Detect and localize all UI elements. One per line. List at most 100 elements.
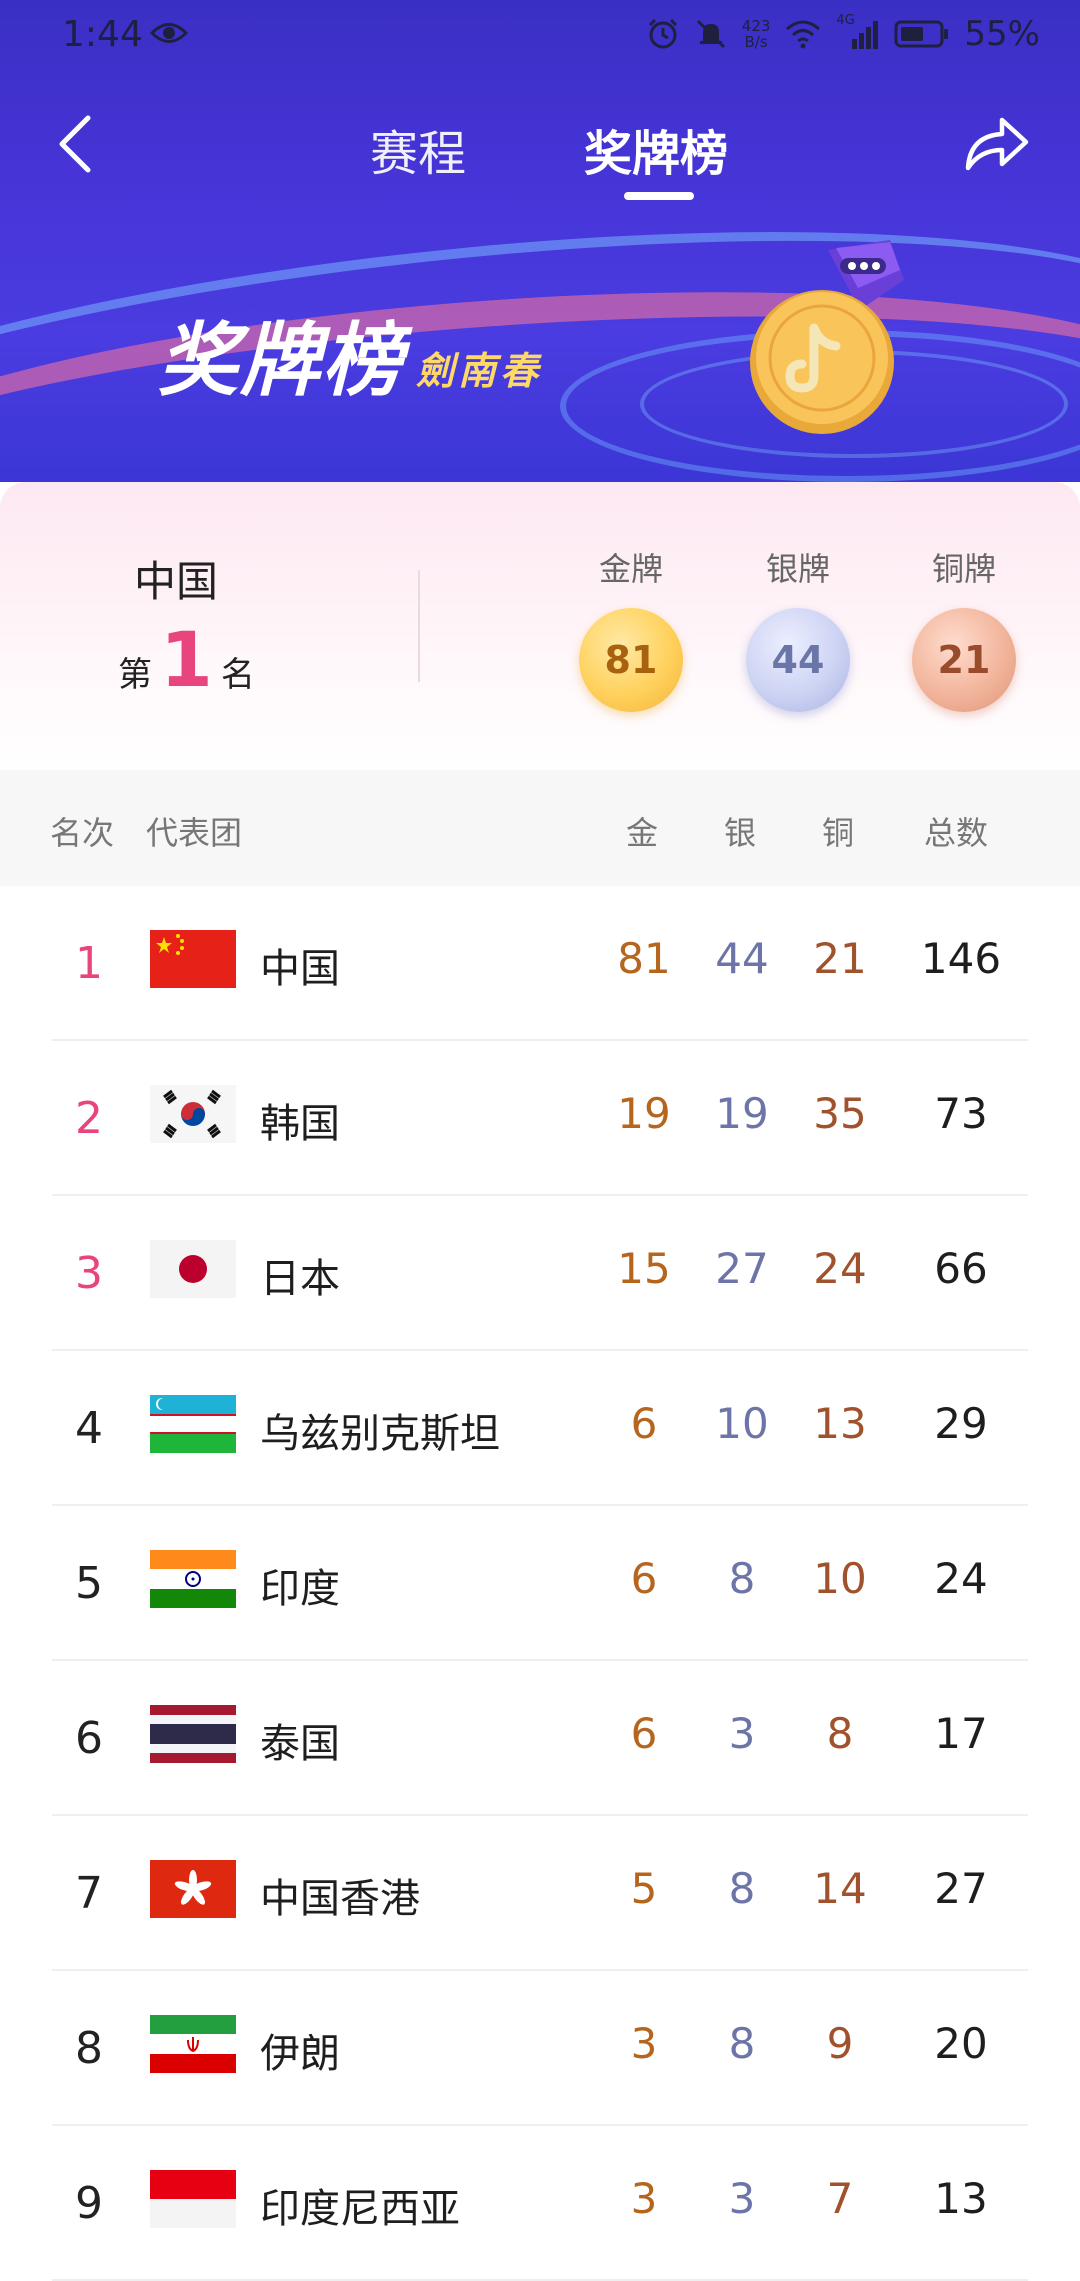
row-gold: 19	[617, 1089, 671, 1138]
row-bronze: 9	[826, 2019, 854, 2068]
battery-icon	[894, 20, 949, 48]
divider	[418, 570, 420, 682]
share-icon[interactable]	[962, 112, 1032, 174]
bronze-medal-count: 21	[912, 608, 1016, 712]
row-gold: 6	[630, 1399, 658, 1448]
row-total: 29	[934, 1399, 988, 1448]
row-gold: 6	[630, 1554, 658, 1603]
net-speed: 423 B/s	[742, 18, 771, 50]
header-delegation: 代表团	[146, 814, 243, 852]
row-delegation: 印度尼西亚	[260, 2186, 460, 2232]
table-row[interactable]: 4 乌兹别克斯坦 6 10 13 29	[0, 1351, 1080, 1506]
flag-iran-icon	[150, 2015, 236, 2073]
row-gold: 81	[617, 934, 671, 983]
tab-medal-table[interactable]: 奖牌榜	[584, 114, 728, 184]
row-silver: 8	[728, 2019, 756, 2068]
row-bronze: 35	[813, 1089, 867, 1138]
row-rank: 3	[75, 1248, 103, 1299]
back-arrow-icon[interactable]	[52, 112, 96, 176]
status-time: 1:44	[62, 14, 143, 55]
table-header: 名次 代表团 金 银 铜 总数	[0, 770, 1080, 886]
summary-rank: 第 1 名	[118, 615, 255, 704]
silver-label: 银牌	[765, 550, 830, 588]
row-total: 66	[934, 1244, 988, 1293]
row-silver: 27	[715, 1244, 769, 1293]
table-row[interactable]: 8 伊朗 3 8 9 20	[0, 1971, 1080, 2126]
row-rank: 9	[75, 2178, 103, 2229]
row-rank: 2	[75, 1093, 103, 1144]
rank-number: 1	[160, 615, 213, 704]
row-gold: 3	[630, 2174, 658, 2223]
status-bar: 1:44 423 B/s 4G 55%	[0, 0, 1080, 74]
row-total: 20	[934, 2019, 988, 2068]
flag-thailand-icon	[150, 1705, 236, 1763]
flag-south-korea-icon	[150, 1085, 236, 1143]
row-bronze: 7	[826, 2174, 854, 2223]
alarm-icon	[648, 18, 677, 49]
row-delegation: 韩国	[260, 1101, 340, 1147]
table-row[interactable]: 3 日本 15 27 24 66	[0, 1196, 1080, 1351]
row-delegation: 日本	[260, 1256, 340, 1302]
row-total: 146	[920, 934, 1002, 983]
wifi-icon	[786, 20, 821, 49]
table-row[interactable]: 7 中国香港 5 8 14 27	[0, 1816, 1080, 1971]
row-gold: 15	[617, 1244, 671, 1293]
tab-schedule[interactable]: 赛程	[370, 114, 466, 184]
rank-suffix: 名	[220, 655, 255, 695]
row-bronze: 13	[813, 1399, 867, 1448]
row-bronze: 14	[813, 1864, 867, 1913]
row-delegation: 中国香港	[260, 1876, 420, 1922]
eye-icon	[150, 23, 188, 43]
row-gold: 6	[630, 1709, 658, 1758]
row-bronze: 8	[826, 1709, 854, 1758]
row-rank: 5	[75, 1558, 103, 1609]
row-bronze: 24	[813, 1244, 867, 1293]
signal-icon: 4G	[836, 13, 880, 51]
flag-china-icon	[150, 930, 236, 988]
flag-hong-kong-icon	[150, 1860, 236, 1918]
gold-label: 金牌	[598, 550, 663, 588]
row-rank: 4	[75, 1403, 103, 1454]
table-row[interactable]: 1 中国 81 44 21 146	[0, 886, 1080, 1041]
header-gold: 金	[626, 814, 659, 852]
medal-table: 1 中国 81 44 21 146 2 韩国 19 19 35 73 3 日本 15 27 24 66 4 乌兹别克斯…	[0, 886, 1080, 2281]
rank-prefix: 第	[118, 655, 152, 695]
row-delegation: 印度	[260, 1566, 340, 1612]
header-bronze: 铜	[822, 814, 855, 852]
table-row[interactable]: 6 泰国 6 3 8 17	[0, 1661, 1080, 1816]
row-rank: 1	[75, 938, 103, 989]
gold-medal-count: 81	[579, 608, 683, 712]
row-gold: 5	[630, 1864, 658, 1913]
row-silver: 19	[715, 1089, 769, 1138]
row-delegation: 乌兹别克斯坦	[260, 1411, 500, 1457]
flag-indonesia-icon	[150, 2170, 236, 2228]
row-total: 17	[934, 1709, 988, 1758]
row-delegation: 中国	[260, 946, 340, 992]
row-gold: 3	[630, 2019, 658, 2068]
row-silver: 8	[728, 1554, 756, 1603]
header-silver: 银	[724, 814, 757, 852]
bronze-label: 铜牌	[931, 550, 996, 588]
row-rank: 8	[75, 2023, 103, 2074]
flag-japan-icon	[150, 1240, 236, 1298]
active-tab-indicator	[624, 192, 694, 200]
table-row[interactable]: 2 韩国 19 19 35 73	[0, 1041, 1080, 1196]
sponsor-logo: 劍南春	[416, 349, 543, 393]
row-silver: 8	[728, 1864, 756, 1913]
row-silver: 44	[715, 934, 769, 983]
row-total: 13	[934, 2174, 988, 2223]
row-rank: 6	[75, 1713, 103, 1764]
table-row[interactable]: 5 印度 6 8 10 24	[0, 1506, 1080, 1661]
table-row[interactable]: 9 印度尼西亚 3 3 7 13	[0, 2126, 1080, 2281]
row-total: 73	[934, 1089, 988, 1138]
row-rank: 7	[75, 1868, 103, 1919]
header: 1:44 423 B/s 4G 55% 赛程 奖牌榜 奖牌榜 劍南春	[0, 0, 1080, 482]
summary-country: 中国	[134, 557, 219, 606]
row-bronze: 10	[813, 1554, 867, 1603]
row-bronze: 21	[813, 934, 867, 983]
gold-medal-icon	[750, 240, 904, 434]
banner-title: 奖牌榜	[158, 314, 404, 407]
mute-bell-icon	[696, 19, 725, 49]
header-rank: 名次	[50, 814, 115, 852]
row-delegation: 伊朗	[260, 2031, 340, 2077]
